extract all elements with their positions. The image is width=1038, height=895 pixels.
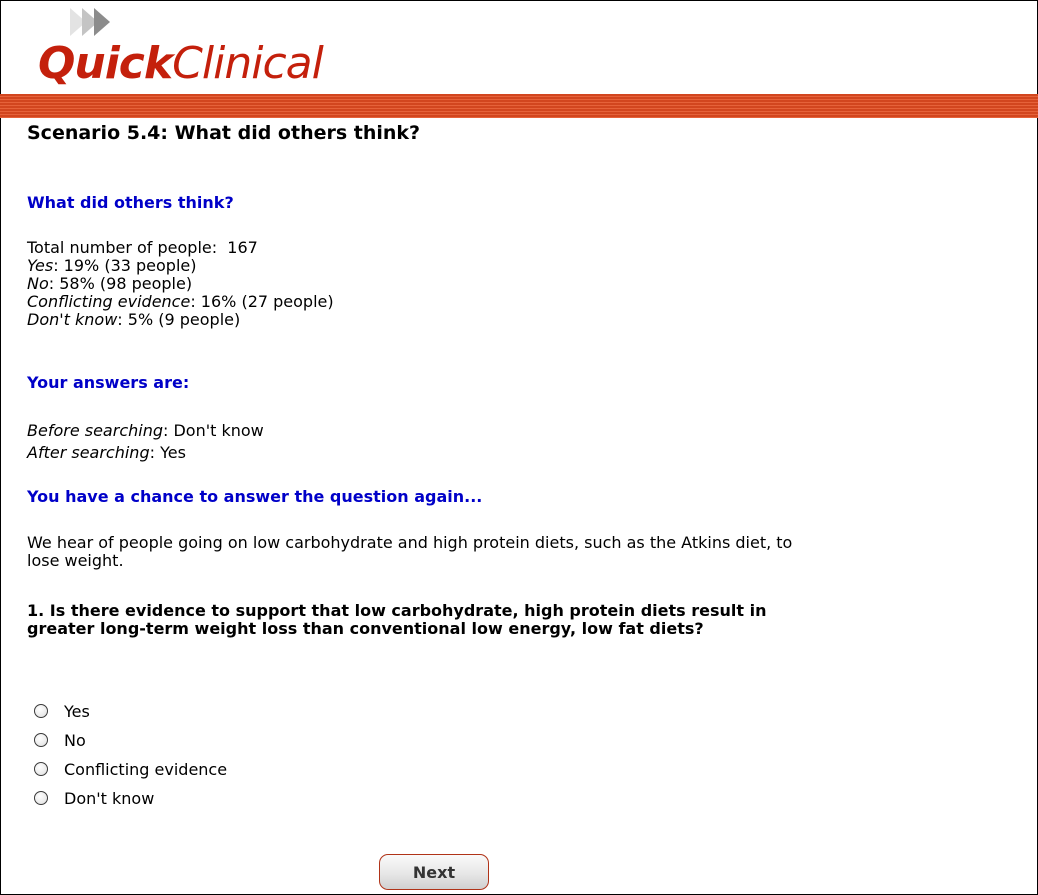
radio-button[interactable]: [34, 791, 48, 805]
logo-quick: Quick: [38, 38, 173, 89]
result-no: No: 58% (98 people): [27, 275, 192, 293]
answer-again-heading: You have a chance to answer the question…: [27, 487, 483, 506]
after-label: After searching: [27, 443, 150, 462]
option-label: Conflicting evidence: [64, 759, 228, 779]
result-label: Conflicting evidence: [27, 292, 191, 311]
next-button[interactable]: Next: [379, 854, 489, 890]
result-label: Don't know: [27, 310, 118, 329]
option-yes[interactable]: Yes: [34, 700, 90, 722]
quickclinical-logo: QuickClinical: [38, 8, 368, 92]
result-label: No: [27, 274, 49, 293]
result-conflicting: Conflicting evidence: 16% (27 people): [27, 293, 334, 311]
before-searching: Before searching: Don't know: [27, 422, 264, 440]
radio-button[interactable]: [34, 733, 48, 747]
result-dont-know: Don't know: 5% (9 people): [27, 311, 240, 329]
question-text: 1. Is there evidence to support that low…: [27, 601, 767, 638]
logo-wordmark: QuickClinical: [38, 36, 324, 92]
result-label: Yes: [27, 256, 54, 275]
option-conflicting-evidence[interactable]: Conflicting evidence: [34, 758, 227, 780]
page-title: Scenario 5.4: What did others think?: [27, 122, 421, 144]
before-value: : Don't know: [163, 421, 264, 440]
result-yes: Yes: 19% (33 people): [27, 257, 197, 275]
total-label: Total number of people:: [27, 238, 218, 257]
after-searching: After searching: Yes: [27, 444, 186, 462]
option-no[interactable]: No: [34, 729, 86, 751]
result-value: : 16% (27 people): [190, 292, 334, 311]
option-label: No: [64, 730, 86, 750]
after-value: : Yes: [149, 443, 186, 462]
chevron-right-icon: [94, 8, 110, 36]
option-label: Yes: [64, 701, 90, 721]
logo-clinical: Clinical: [172, 38, 324, 89]
option-label: Don't know: [64, 788, 155, 808]
others-heading: What did others think?: [27, 193, 234, 212]
radio-button[interactable]: [34, 704, 48, 718]
result-value: : 19% (33 people): [53, 256, 197, 275]
option-dont-know[interactable]: Don't know: [34, 787, 154, 809]
result-value: : 58% (98 people): [48, 274, 193, 293]
your-answers-heading: Your answers are:: [27, 373, 190, 392]
total-people: Total number of people: 167: [27, 239, 258, 257]
before-label: Before searching: [27, 421, 163, 440]
radio-button[interactable]: [34, 762, 48, 776]
result-value: : 5% (9 people): [117, 310, 241, 329]
total-value: 167: [227, 238, 258, 257]
header-band: [0, 94, 1038, 118]
scenario-intro: We hear of people going on low carbohydr…: [27, 533, 793, 570]
